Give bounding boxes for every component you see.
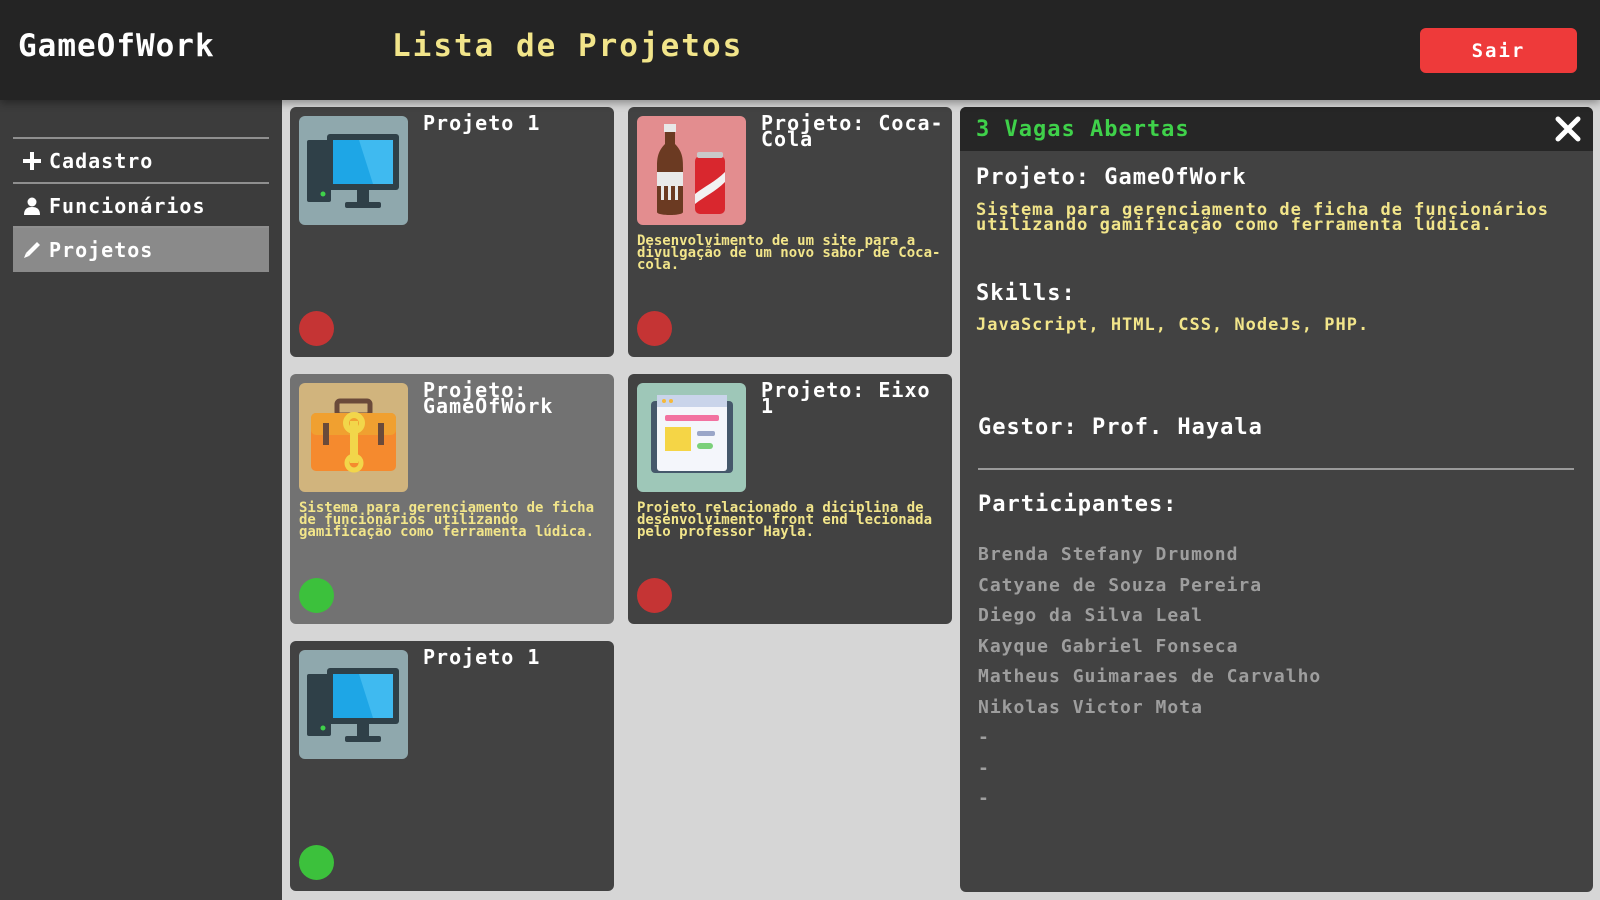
project-title: Projeto 1 bbox=[423, 645, 541, 669]
sidebar-item-label: Cadastro bbox=[49, 149, 154, 173]
participant-item: Diego da Silva Leal bbox=[978, 605, 1203, 626]
project-description: Projeto relacionado a diciplina de desen… bbox=[637, 500, 933, 540]
participant-item: - bbox=[978, 727, 990, 748]
page-title: Lista de Projetos bbox=[392, 28, 744, 64]
project-description: Desenvolvimento de um site para a divulg… bbox=[637, 233, 941, 273]
project-title: Projeto: Eixo 1 bbox=[761, 378, 931, 418]
status-indicator bbox=[299, 845, 334, 880]
panel-header: 3 Vagas Abertas bbox=[960, 107, 1593, 151]
participant-item: - bbox=[978, 757, 990, 779]
participant-item: Brenda Stefany Drumond bbox=[978, 544, 1239, 565]
skills-heading: Skills: bbox=[976, 281, 1076, 306]
project-title: Projeto 1 bbox=[423, 111, 541, 135]
pencil-icon bbox=[21, 239, 43, 261]
skills-list: JavaScript, HTML, CSS, NodeJs, PHP. bbox=[976, 315, 1370, 335]
participant-item: Matheus Guimaraes de Carvalho bbox=[978, 666, 1322, 687]
sidebar-item-cadastro[interactable]: Cadastro bbox=[13, 139, 269, 183]
participants-list: Brenda Stefany Drumond Catyane de Souza … bbox=[978, 540, 1321, 815]
logout-button[interactable]: Sair bbox=[1420, 28, 1577, 73]
status-indicator bbox=[299, 311, 334, 346]
plus-icon bbox=[21, 150, 43, 172]
toolbox-icon bbox=[299, 383, 408, 492]
participant-item: - bbox=[978, 788, 990, 809]
panel-divider bbox=[978, 468, 1574, 470]
computer-icon bbox=[299, 650, 408, 759]
sidebar-item-funcionarios[interactable]: Funcionários bbox=[13, 184, 269, 228]
project-title: Projeto: GameOfWork bbox=[423, 378, 554, 418]
user-icon bbox=[21, 195, 43, 217]
status-indicator bbox=[637, 311, 672, 346]
computer-icon bbox=[299, 116, 408, 225]
sidebar: Cadastro Funcionários Projetos bbox=[0, 100, 282, 900]
project-card[interactable]: Projeto: Coca-Cola Desenvolvimento de um… bbox=[628, 107, 952, 357]
open-positions-count: 3 Vagas Abertas bbox=[976, 117, 1190, 142]
participant-item: Catyane de Souza Pereira bbox=[978, 574, 1263, 596]
project-card[interactable]: Projeto 1 bbox=[290, 641, 614, 891]
participant-item: Nikolas Victor Mota bbox=[978, 696, 1203, 718]
project-description: Sistema para gerenciamento de ficha de f… bbox=[299, 500, 595, 540]
cola-icon bbox=[637, 116, 746, 225]
project-card[interactable]: Projeto: Eixo 1 Projeto relacionado a di… bbox=[628, 374, 952, 624]
participants-heading: Participantes: bbox=[978, 492, 1178, 517]
project-title: Projeto: Coca-Cola bbox=[761, 111, 944, 151]
brand-logo: GameOfWork bbox=[18, 28, 215, 64]
participant-item: Kayque Gabriel Fonseca bbox=[978, 635, 1239, 657]
project-detail-panel: 3 Vagas Abertas Projeto: GameOfWork Sist… bbox=[960, 107, 1593, 892]
detail-project-name: Projeto: GameOfWork bbox=[976, 165, 1247, 190]
sidebar-item-label: Funcionários bbox=[49, 194, 206, 218]
status-indicator bbox=[637, 578, 672, 613]
close-icon[interactable] bbox=[1554, 115, 1582, 143]
top-header: GameOfWork Lista de Projetos Sair bbox=[0, 0, 1600, 100]
webpage-icon bbox=[637, 383, 746, 492]
sidebar-item-label: Projetos bbox=[49, 238, 154, 262]
sidebar-item-projetos[interactable]: Projetos bbox=[13, 228, 269, 272]
status-indicator bbox=[299, 578, 334, 613]
manager-label: Gestor: Prof. Hayala bbox=[978, 415, 1263, 440]
detail-description: Sistema para gerenciamento de ficha de f… bbox=[976, 200, 1549, 235]
project-card-selected[interactable]: Projeto: GameOfWork Sistema para gerenci… bbox=[290, 374, 614, 624]
project-card[interactable]: Projeto 1 bbox=[290, 107, 614, 357]
